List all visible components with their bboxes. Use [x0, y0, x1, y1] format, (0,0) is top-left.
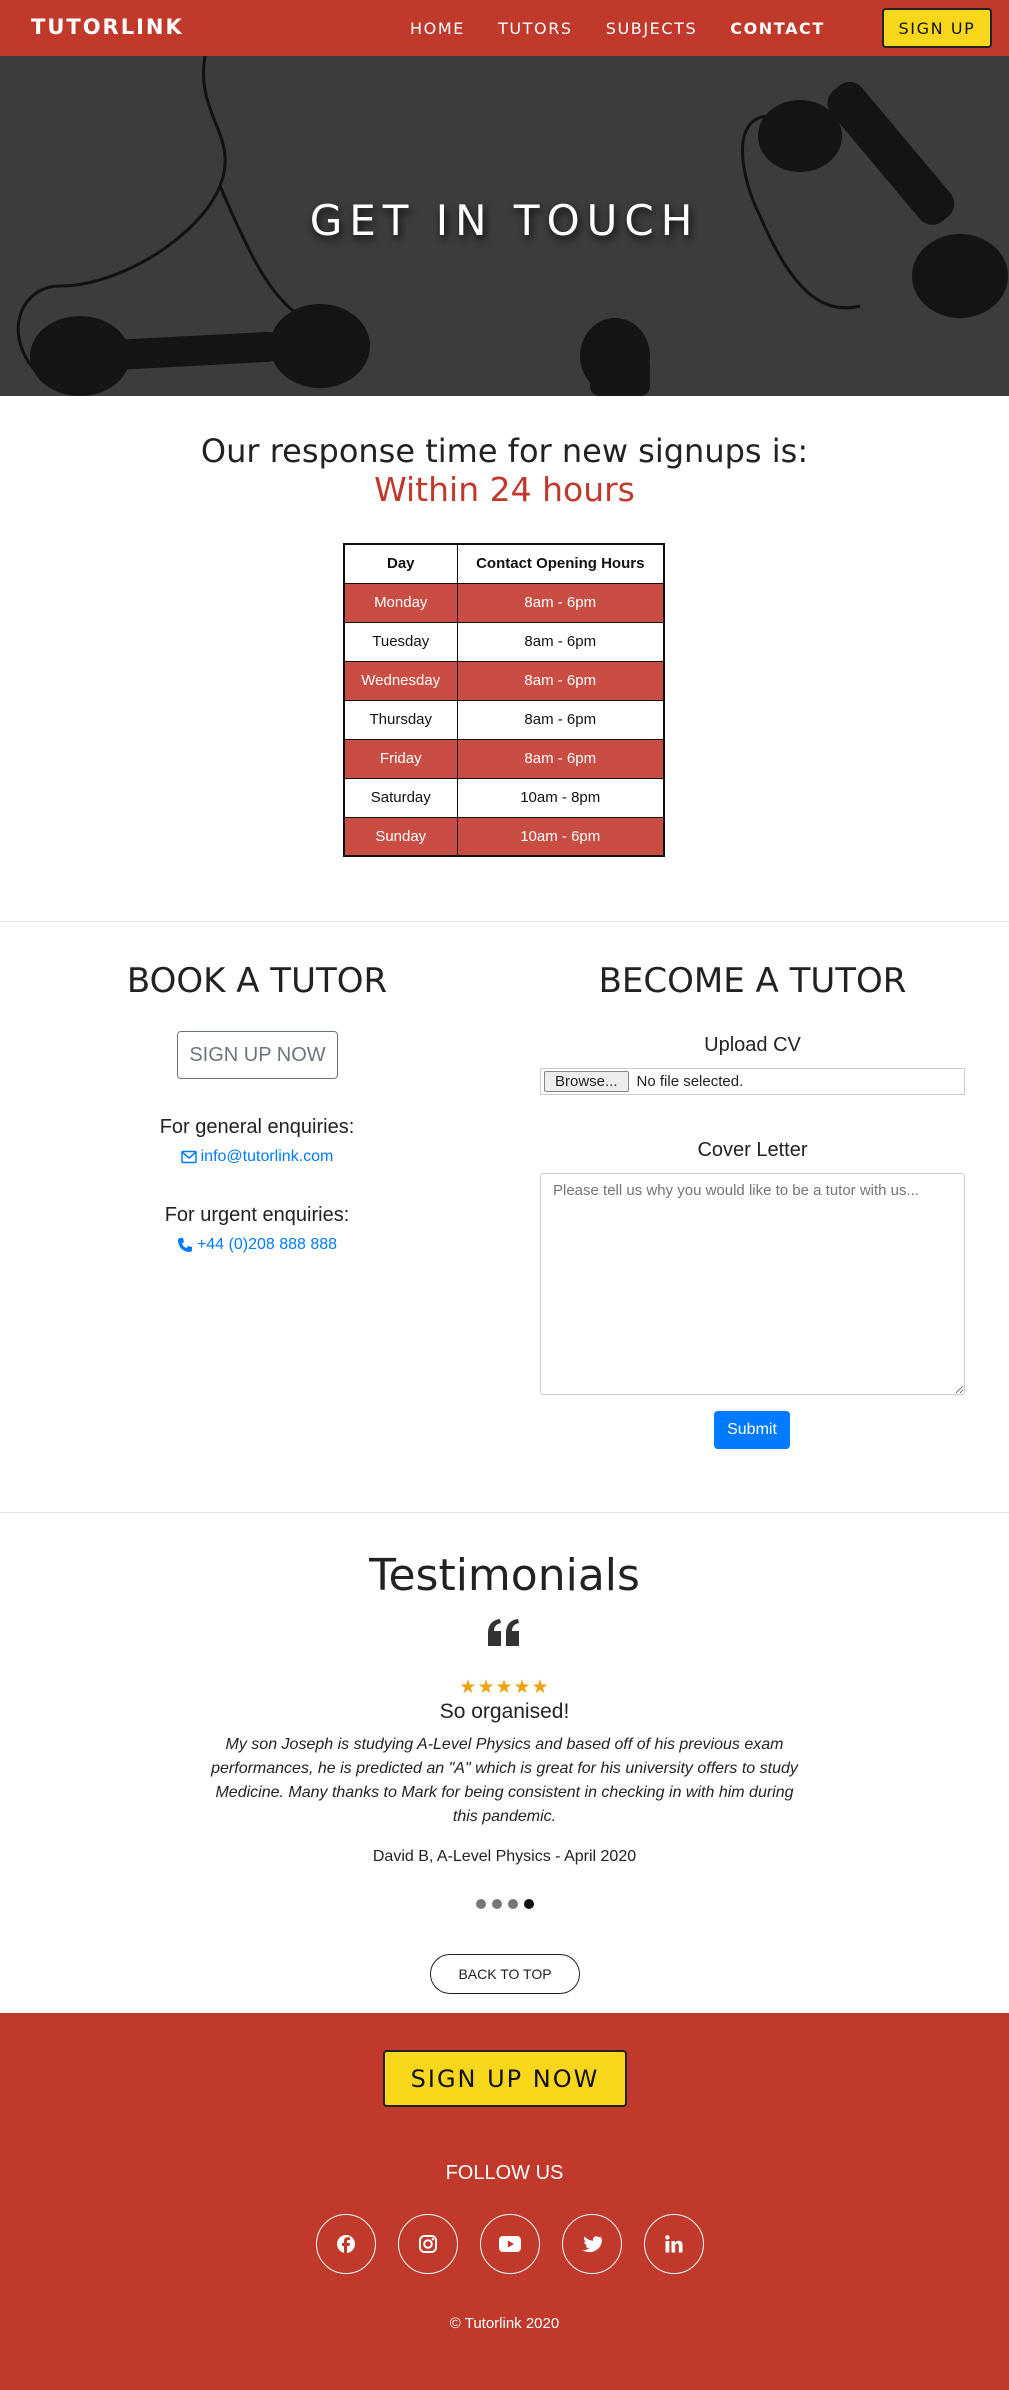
- quote-left-icon: [488, 1619, 519, 1646]
- hero-title: GET IN TOUCH: [309, 196, 700, 245]
- carousel-indicators: [476, 1899, 534, 1909]
- back-to-top-button[interactable]: BACK TO TOP: [430, 1954, 580, 1994]
- table-cell-day: Sunday: [343, 816, 458, 857]
- table-row: Monday 8am - 6pm: [343, 582, 665, 623]
- section-divider: [0, 921, 1009, 922]
- table-cell-hours: 8am - 6pm: [456, 699, 665, 740]
- email-link[interactable]: info@tutorlink.com: [0, 1148, 514, 1166]
- hero-banner: GET IN TOUCH: [0, 56, 1009, 396]
- testimonial-text: My son Joseph is studying A-Level Physic…: [211, 1736, 798, 1825]
- table-row: Sunday 10am - 6pm: [343, 816, 665, 857]
- instagram-link[interactable]: [398, 2214, 458, 2274]
- copyright-text: © Tutorlink 2020: [449, 2315, 560, 2332]
- brand-logo[interactable]: TUTORLINK: [31, 15, 184, 39]
- nav-links: HOME TUTORS SUBJECTS CONTACT: [410, 0, 858, 56]
- nav-link-subjects[interactable]: SUBJECTS: [606, 19, 698, 38]
- general-enquiries-label: For general enquiries:: [159, 1116, 355, 1138]
- table-cell-day: Thursday: [343, 699, 458, 740]
- testimonials-title: Testimonials: [369, 1550, 640, 1601]
- table-cell-day: Tuesday: [343, 621, 458, 662]
- table-cell-day: Monday: [343, 582, 458, 623]
- response-time-highlight: Within 24 hours: [374, 470, 635, 509]
- nav-link-contact[interactable]: CONTACT: [730, 19, 825, 38]
- urgent-enquiries-label: For urgent enquiries:: [164, 1204, 350, 1226]
- navbar: TUTORLINK HOME TUTORS SUBJECTS CONTACT S…: [0, 0, 1009, 56]
- table-row: Friday 8am - 6pm: [343, 738, 665, 779]
- envelope-icon: [180, 1150, 197, 1164]
- footer-signup-button[interactable]: SIGN UP NOW: [383, 2050, 627, 2107]
- facebook-link[interactable]: [316, 2214, 376, 2274]
- become-tutor-title: BECOME A TUTOR: [598, 961, 907, 1001]
- table-header-row: Day Contact Opening Hours: [343, 543, 665, 584]
- table-cell-hours: 10am - 8pm: [456, 777, 665, 818]
- youtube-link[interactable]: [480, 2214, 540, 2274]
- table-cell-hours: 8am - 6pm: [456, 738, 665, 779]
- submit-button[interactable]: Submit: [714, 1411, 790, 1449]
- response-heading: Our response time for new signups is:: [200, 432, 809, 470]
- nav-link-home[interactable]: HOME: [410, 19, 465, 38]
- file-status: No file selected.: [636, 1073, 744, 1090]
- table-cell-hours: 8am - 6pm: [456, 660, 665, 701]
- linkedin-link[interactable]: [644, 2214, 704, 2274]
- linkedin-icon: [665, 2235, 683, 2253]
- carousel-dot[interactable]: [492, 1899, 502, 1909]
- rating-stars: ★★★★★: [459, 1677, 550, 1698]
- carousel-dot[interactable]: [476, 1899, 486, 1909]
- upload-cv-label: Upload CV: [704, 1034, 801, 1056]
- cover-letter-textarea[interactable]: [540, 1173, 965, 1395]
- follow-us-label: FOLLOW US: [445, 2162, 564, 2184]
- table-row: Tuesday 8am - 6pm: [343, 621, 665, 662]
- footer: SIGN UP NOW FOLLOW US © Tutorlink 2020: [0, 2013, 1009, 2390]
- opening-hours-table: Day Contact Opening Hours Monday 8am - 6p…: [343, 543, 665, 857]
- email-text: info@tutorlink.com: [200, 1148, 334, 1165]
- table-cell-day: Friday: [343, 738, 458, 779]
- section-divider: [0, 1512, 1009, 1513]
- carousel-dot-active[interactable]: [524, 1899, 534, 1909]
- table-cell-day: Saturday: [343, 777, 458, 818]
- table-header-hours: Contact Opening Hours: [456, 543, 665, 584]
- table-header-day: Day: [343, 543, 458, 584]
- phone-text: +44 (0)208 888 888: [196, 1236, 338, 1253]
- phone-link[interactable]: +44 (0)208 888 888: [0, 1236, 514, 1254]
- table-row: Saturday 10am - 8pm: [343, 777, 665, 818]
- testimonial-heading: So organised!: [439, 1700, 570, 1723]
- testimonial-author: David B, A-Level Physics - April 2020: [372, 1848, 637, 1865]
- instagram-icon: [419, 2235, 437, 2253]
- carousel-dot[interactable]: [508, 1899, 518, 1909]
- facebook-icon: [337, 2235, 355, 2253]
- cv-file-input[interactable]: Browse... No file selected.: [540, 1068, 965, 1095]
- table-cell-day: Wednesday: [343, 660, 458, 701]
- cover-letter-label: Cover Letter: [697, 1139, 808, 1161]
- social-links: [316, 2214, 704, 2274]
- twitter-icon: [582, 2235, 602, 2252]
- book-tutor-title: BOOK A TUTOR: [126, 961, 388, 1001]
- nav-link-tutors[interactable]: TUTORS: [498, 19, 573, 38]
- browse-button[interactable]: Browse...: [544, 1071, 629, 1092]
- twitter-link[interactable]: [562, 2214, 622, 2274]
- table-cell-hours: 10am - 6pm: [456, 816, 665, 857]
- table-row: Thursday 8am - 6pm: [343, 699, 665, 740]
- table-cell-hours: 8am - 6pm: [456, 621, 665, 662]
- phone-icon: [177, 1238, 192, 1252]
- book-signup-button[interactable]: SIGN UP NOW: [177, 1031, 338, 1079]
- youtube-icon: [499, 2236, 521, 2252]
- table-cell-hours: 8am - 6pm: [456, 582, 665, 623]
- table-row: Wednesday 8am - 6pm: [343, 660, 665, 701]
- nav-signup-button[interactable]: SIGN UP: [882, 8, 992, 48]
